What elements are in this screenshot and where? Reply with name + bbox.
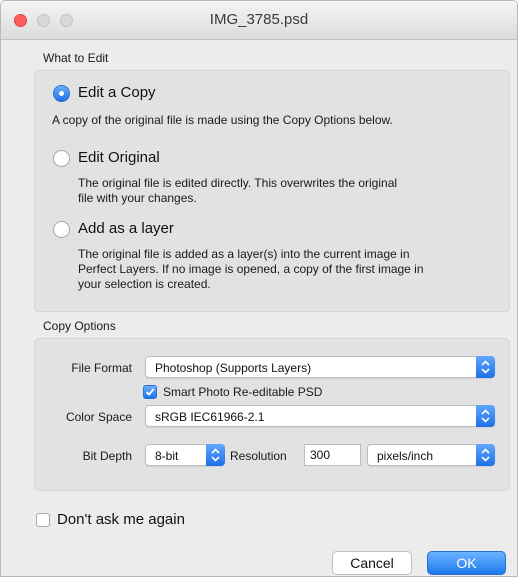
bit-depth-label: Bit Depth bbox=[82, 449, 132, 463]
add-as-layer-description-line: your selection is created. bbox=[78, 277, 211, 291]
file-format-select[interactable]: Photoshop (Supports Layers) bbox=[145, 356, 495, 378]
chevron-updown-icon bbox=[476, 405, 495, 427]
what-to-edit-label: What to Edit bbox=[43, 51, 109, 65]
dialog-window: IMG_3785.psd What to Edit Edit a Copy A … bbox=[0, 0, 518, 577]
chevron-updown-icon bbox=[476, 356, 495, 378]
ok-button[interactable]: OK bbox=[427, 551, 506, 575]
title-bar[interactable]: IMG_3785.psd bbox=[1, 1, 517, 40]
bit-depth-select[interactable]: 8-bit bbox=[145, 444, 225, 466]
resolution-input[interactable] bbox=[304, 444, 361, 466]
add-as-layer-label[interactable]: Add as a layer bbox=[78, 220, 174, 237]
resolution-unit-select[interactable]: pixels/inch bbox=[367, 444, 495, 466]
color-space-value: sRGB IEC61966-2.1 bbox=[155, 410, 265, 424]
color-space-select[interactable]: sRGB IEC61966-2.1 bbox=[145, 405, 495, 427]
edit-original-description-line: The original file is edited directly. Th… bbox=[78, 176, 398, 190]
chevron-updown-icon bbox=[476, 444, 495, 466]
edit-original-description: The original file is edited directly. Th… bbox=[78, 176, 397, 206]
smart-photo-checkbox[interactable] bbox=[143, 385, 157, 399]
smart-photo-label[interactable]: Smart Photo Re-editable PSD bbox=[163, 385, 322, 400]
what-to-edit-group: Edit a Copy A copy of the original file … bbox=[34, 70, 510, 312]
edit-original-description-line: file with your changes. bbox=[78, 191, 197, 205]
resolution-label: Resolution bbox=[230, 449, 287, 463]
cancel-button[interactable]: Cancel bbox=[332, 551, 412, 575]
color-space-label: Color Space bbox=[65, 410, 132, 424]
file-format-label: File Format bbox=[71, 361, 132, 375]
edit-copy-label[interactable]: Edit a Copy bbox=[78, 84, 156, 101]
edit-original-radio[interactable] bbox=[53, 150, 70, 167]
dont-ask-label[interactable]: Don't ask me again bbox=[57, 511, 185, 528]
edit-copy-description: A copy of the original file is made usin… bbox=[52, 113, 393, 127]
add-as-layer-description-line: Perfect Layers. If no image is opened, a… bbox=[78, 262, 424, 276]
add-as-layer-radio[interactable] bbox=[53, 221, 70, 238]
edit-original-label[interactable]: Edit Original bbox=[78, 149, 160, 166]
add-as-layer-description: The original file is added as a layer(s)… bbox=[78, 247, 424, 292]
file-format-value: Photoshop (Supports Layers) bbox=[155, 361, 312, 375]
checkmark-icon bbox=[145, 388, 155, 396]
add-as-layer-description-line: The original file is added as a layer(s)… bbox=[78, 247, 410, 261]
resolution-unit-value: pixels/inch bbox=[377, 449, 434, 463]
chevron-updown-icon bbox=[206, 444, 225, 466]
copy-options-label: Copy Options bbox=[43, 319, 116, 333]
copy-options-group: File Format Photoshop (Supports Layers) … bbox=[34, 338, 510, 491]
edit-copy-radio[interactable] bbox=[53, 85, 70, 102]
window-title: IMG_3785.psd bbox=[209, 11, 309, 28]
dont-ask-checkbox[interactable] bbox=[36, 513, 50, 527]
bit-depth-value: 8-bit bbox=[155, 449, 179, 463]
